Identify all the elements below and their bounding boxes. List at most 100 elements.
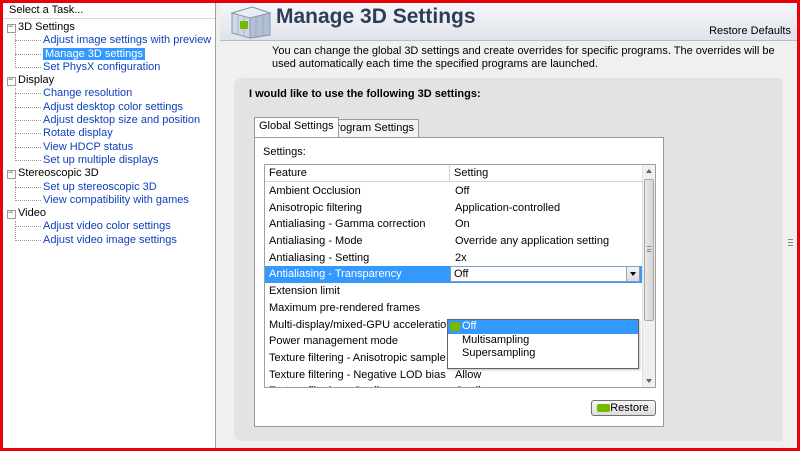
tree-category-3d-settings[interactable]: 3D Settings: [3, 20, 215, 34]
setting-row[interactable]: Extension limit: [265, 283, 643, 300]
setting-feature: Ambient Occlusion: [269, 185, 361, 197]
tree-label: Adjust video image settings: [43, 233, 177, 246]
tree-item-adjust-image-settings-with-preview[interactable]: Adjust image settings with preview: [3, 34, 215, 47]
setting-row[interactable]: Anisotropic filtering Application-control…: [265, 200, 643, 217]
setting-feature: Antialiasing - Gamma correction: [269, 218, 426, 231]
setting-value: On: [455, 218, 470, 231]
tree-category-video[interactable]: Video: [3, 206, 215, 220]
setting-row[interactable]: Antialiasing - Transparency Off: [265, 266, 643, 284]
tree-label: Set up multiple displays: [43, 153, 159, 166]
setting-row[interactable]: Antialiasing - Gamma correction On: [265, 216, 643, 233]
tree-label: Stereoscopic 3D: [18, 167, 99, 180]
setting-row[interactable]: Maximum pre-rendered frames: [265, 300, 643, 317]
column-header-setting[interactable]: Setting: [454, 167, 488, 179]
tree-label: Manage 3D settings: [43, 47, 145, 60]
task-pane: Select a Task... 3D SettingsAdjust image…: [3, 3, 216, 448]
column-header-feature[interactable]: Feature: [269, 167, 307, 179]
setting-value: Off: [455, 185, 470, 197]
tree-label: 3D Settings: [18, 21, 75, 33]
scroll-thumb[interactable]: [644, 179, 654, 321]
setting-feature: Texture filtering - Negative LOD bias: [269, 368, 446, 381]
chevron-down-icon[interactable]: [626, 267, 639, 282]
tree-item-rotate-display[interactable]: Rotate display: [3, 127, 215, 140]
setting-feature: Antialiasing - Transparency: [269, 268, 402, 281]
grip-icon: [788, 239, 793, 246]
tree-connector: [15, 180, 16, 201]
setting-row[interactable]: Antialiasing - Setting 2x: [265, 250, 643, 267]
page-title: Manage 3D Settings: [276, 5, 476, 28]
page-description: You can change the global 3D settings an…: [272, 45, 775, 70]
dropdown-option-multisampling[interactable]: Multisampling: [448, 334, 638, 348]
tree-category-display[interactable]: Display: [3, 73, 215, 87]
settings-panel: I would like to use the following 3D set…: [234, 78, 786, 441]
scroll-up-arrow-icon[interactable]: [643, 165, 655, 178]
tree-connector: [15, 220, 16, 241]
restore-defaults-link[interactable]: Restore Defaults: [709, 25, 791, 37]
tree-item-set-physx-configuration[interactable]: Set PhysX configuration: [3, 61, 215, 74]
global-settings-page: Settings: Feature Setting Ambient Occlus…: [254, 137, 664, 427]
tree-label: Adjust video color settings: [43, 220, 171, 233]
tab-global-settings[interactable]: Global Settings: [254, 117, 339, 137]
setting-feature: Texture filtering - Anisotropic sample o…: [269, 351, 449, 364]
scroll-down-arrow-icon[interactable]: [643, 374, 655, 387]
tree-item-change-resolution[interactable]: Change resolution: [3, 87, 215, 100]
restore-button-label: Restore: [610, 402, 649, 414]
tree-item-set-up-stereoscopic-3d[interactable]: Set up stereoscopic 3D: [3, 181, 215, 194]
content-pane: Manage 3D Settings Restore Defaults You …: [220, 3, 797, 448]
tree-connector: [15, 87, 16, 161]
page-scroll-thumb[interactable]: [785, 41, 795, 448]
page-banner: Manage 3D Settings Restore Defaults: [220, 3, 797, 41]
tree-label: Change resolution: [43, 87, 133, 100]
tree-item-manage-3d-settings[interactable]: Manage 3D settings: [3, 47, 215, 61]
dropdown-option-off[interactable]: Off: [448, 320, 638, 334]
tree-item-set-up-multiple-displays[interactable]: Set up multiple displays: [3, 154, 215, 167]
column-divider[interactable]: [449, 165, 450, 182]
tree-label: Adjust desktop color settings: [43, 100, 184, 113]
transparency-dropdown-list: Off Multisampling Supersampling: [447, 319, 639, 369]
3d-settings-icon: [230, 6, 272, 39]
panel-heading: I would like to use the following 3D set…: [249, 88, 481, 100]
setting-feature: Power management mode: [269, 335, 399, 348]
task-pane-header: Select a Task...: [3, 3, 215, 19]
setting-value: Application-controlled: [455, 201, 561, 214]
setting-row[interactable]: Texture filtering - Negative LOD bias All…: [265, 367, 643, 384]
setting-value: Quality: [455, 383, 489, 387]
setting-feature: Texture filtering - Quality: [269, 383, 449, 387]
task-tree: 3D SettingsAdjust image settings with pr…: [3, 19, 215, 247]
tree-label: Adjust image settings with preview: [43, 34, 212, 47]
setting-row[interactable]: Antialiasing - Mode Override any applicat…: [265, 233, 643, 250]
setting-row[interactable]: Ambient Occlusion Off: [265, 183, 643, 200]
tree-label: Set PhysX configuration: [43, 60, 161, 73]
tree-item-adjust-video-image-settings[interactable]: Adjust video image settings: [3, 234, 215, 247]
tree-item-view-compatibility-with-games[interactable]: View compatibility with games: [3, 194, 215, 207]
tree-item-adjust-video-color-settings[interactable]: Adjust video color settings: [3, 220, 215, 233]
settings-label: Settings:: [263, 146, 306, 158]
page-scrollbar[interactable]: [783, 41, 797, 448]
tree-category-stereoscopic-3d[interactable]: Stereoscopic 3D: [3, 166, 215, 180]
setting-feature: Extension limit: [269, 285, 340, 298]
setting-value-combobox[interactable]: Off: [450, 266, 640, 283]
nvidia-icon: [450, 322, 460, 331]
tree-label: View compatibility with games: [43, 193, 189, 206]
restore-button[interactable]: Restore: [591, 400, 656, 416]
setting-feature: Antialiasing - Setting: [269, 251, 370, 264]
dropdown-option-supersampling[interactable]: Supersampling: [448, 347, 638, 361]
grid-scrollbar[interactable]: [642, 165, 655, 387]
dropdown-option-label: Supersampling: [462, 347, 536, 359]
tree-label: View HDCP status: [43, 140, 134, 153]
setting-feature: Maximum pre-rendered frames: [269, 301, 420, 314]
tree-item-adjust-desktop-size-and-position[interactable]: Adjust desktop size and position: [3, 114, 215, 127]
tree-connector: [15, 34, 16, 68]
setting-row[interactable]: Texture filtering - Quality Quality: [265, 383, 643, 387]
setting-value: 2x: [455, 251, 467, 264]
tree-label: Set up stereoscopic 3D: [43, 180, 157, 193]
combobox-value: Off: [454, 268, 469, 281]
grip-icon: [647, 246, 651, 252]
setting-feature: Multi-display/mixed-GPU acceleration: [269, 318, 449, 331]
tree-item-adjust-desktop-color-settings[interactable]: Adjust desktop color settings: [3, 101, 215, 114]
setting-value: Override any application setting: [455, 235, 610, 248]
grid-header: Feature Setting: [265, 165, 643, 182]
tree-item-view-hdcp-status[interactable]: View HDCP status: [3, 141, 215, 154]
setting-feature: Anisotropic filtering: [269, 201, 362, 214]
tree-label: Display: [18, 74, 55, 87]
